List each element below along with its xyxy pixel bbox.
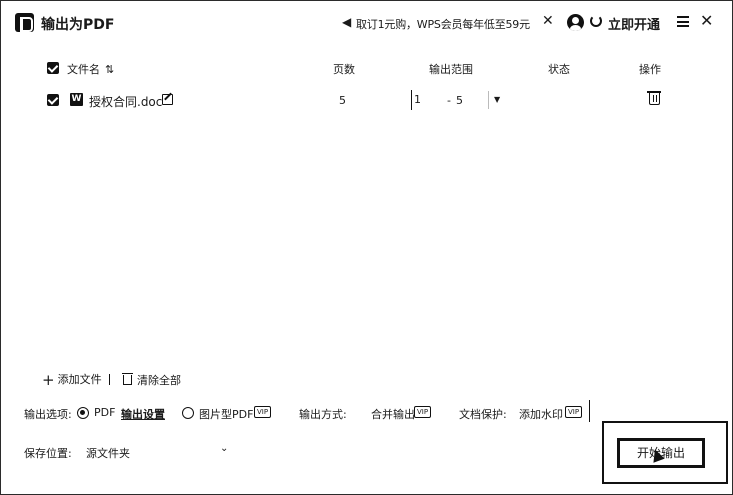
range-dash: - xyxy=(447,94,451,107)
range-from-input[interactable]: 1 xyxy=(411,90,433,110)
output-settings-link[interactable]: 输出设置 xyxy=(121,406,165,422)
pdf-app-logo-icon xyxy=(15,13,34,32)
range-to-input[interactable]: 5 xyxy=(456,94,463,107)
chevron-down-icon[interactable]: ⌄ xyxy=(220,443,228,454)
header-status: 状态 xyxy=(548,63,570,76)
image-pdf-radio[interactable] xyxy=(182,407,194,419)
clear-all-button[interactable]: 清除全部 xyxy=(122,372,181,388)
save-location-label: 保存位置: xyxy=(24,447,72,460)
close-window-icon[interactable]: ✕ xyxy=(700,11,713,30)
delete-row-icon[interactable] xyxy=(647,91,661,105)
header-filename[interactable]: 文件名 ⇅ xyxy=(67,61,114,77)
header-actions: 操作 xyxy=(639,63,661,76)
output-mode-label: 输出方式: xyxy=(299,408,347,421)
range-divider xyxy=(488,91,489,109)
add-file-button[interactable]: + 添加文件 xyxy=(42,371,102,389)
clear-all-label: 清除全部 xyxy=(137,374,181,387)
vip-badge: VIP xyxy=(414,406,432,418)
open-vip-button[interactable]: 立即开通 xyxy=(608,14,660,33)
range-dropdown-icon[interactable]: ▼ xyxy=(494,95,500,104)
header-pages: 页数 xyxy=(333,63,355,76)
save-location-select[interactable]: 源文件夹 xyxy=(86,445,130,461)
merge-output-option[interactable]: 合并输出 xyxy=(371,406,415,422)
promo-close-icon[interactable]: ✕ xyxy=(542,13,554,29)
table-header: 文件名 ⇅ 页数 输出范围 状态 操作 xyxy=(1,59,732,77)
window-title: 输出为PDF xyxy=(41,17,115,33)
trash-icon xyxy=(122,373,133,385)
output-options-label: 输出选项: xyxy=(24,408,72,421)
row-checkbox[interactable] xyxy=(47,94,59,106)
vip-icon xyxy=(590,15,602,27)
edit-icon[interactable] xyxy=(162,94,173,105)
file-name: 授权合同.doc xyxy=(89,95,163,109)
add-file-label: 添加文件 xyxy=(57,373,102,386)
promo-text[interactable]: 取订1元购，WPS会员每年低至59元 xyxy=(356,16,530,32)
page-count: 5 xyxy=(339,94,346,107)
plus-icon: + xyxy=(42,371,55,389)
table-row[interactable]: W 授权合同.doc 5 1 - 5 ▼ xyxy=(1,89,732,111)
export-pdf-window: 输出为PDF ◀ 取订1元购，WPS会员每年低至59元 ✕ 立即开通 ✕ 文件名… xyxy=(0,0,733,495)
action-divider xyxy=(109,374,110,385)
image-pdf-option-label[interactable]: 图片型PDF xyxy=(199,406,253,422)
header-range: 输出范围 xyxy=(429,63,473,76)
vip-badge: VIP xyxy=(254,406,272,418)
pdf-radio[interactable] xyxy=(77,407,89,419)
speaker-icon: ◀ xyxy=(342,15,352,29)
vip-badge: VIP xyxy=(565,406,583,418)
title-bar: 输出为PDF ◀ 取订1元购，WPS会员每年低至59元 ✕ 立即开通 ✕ xyxy=(1,1,732,45)
select-all-checkbox[interactable] xyxy=(47,62,59,74)
add-watermark-option[interactable]: 添加水印 xyxy=(519,406,563,422)
options-end-divider xyxy=(589,400,590,422)
doc-protect-label: 文档保护: xyxy=(459,408,507,421)
sort-icon[interactable]: ⇅ xyxy=(105,63,114,76)
user-avatar-icon[interactable] xyxy=(567,14,584,31)
word-doc-icon: W xyxy=(70,93,83,106)
header-filename-label: 文件名 xyxy=(67,63,100,76)
menu-icon[interactable] xyxy=(677,16,689,27)
pdf-option-label[interactable]: PDF xyxy=(94,406,115,419)
